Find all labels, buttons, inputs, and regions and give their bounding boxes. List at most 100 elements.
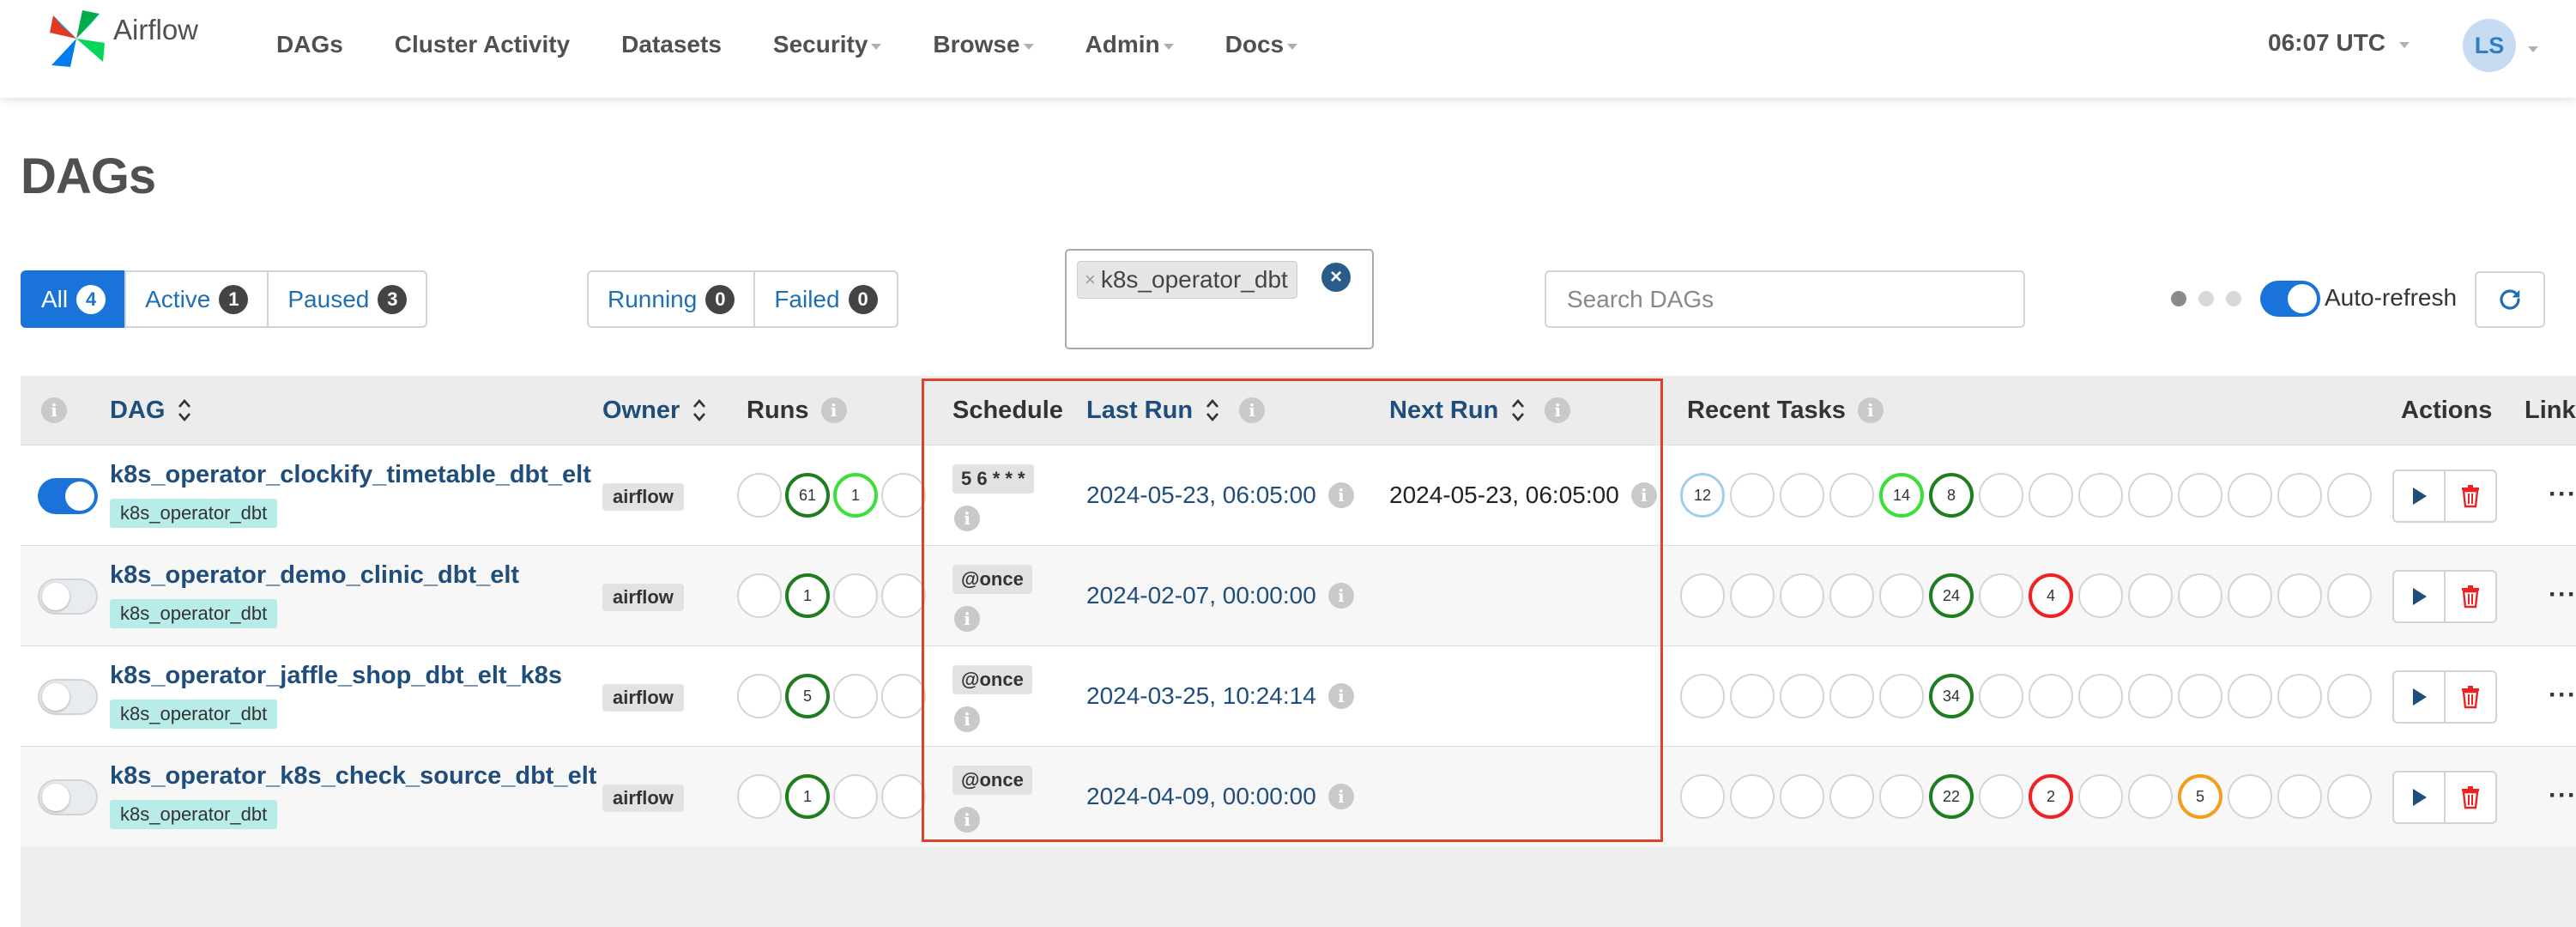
task-state-circle[interactable] (1879, 674, 1924, 718)
dag-pause-toggle[interactable] (38, 478, 98, 514)
last-run-link[interactable]: 2024-02-07, 00:00:00 (1086, 582, 1316, 609)
task-state-circle[interactable] (2029, 674, 2073, 718)
sort-icon[interactable] (1205, 397, 1220, 423)
filter-paused-button[interactable]: Paused 3 (267, 270, 428, 328)
task-state-circle[interactable] (1730, 473, 1775, 518)
task-state-circle[interactable]: 2 (2029, 774, 2073, 819)
task-state-circle[interactable] (2078, 774, 2123, 819)
info-icon[interactable]: i (954, 706, 980, 732)
task-state-circle[interactable] (2178, 573, 2222, 618)
task-state-circle[interactable] (1829, 473, 1874, 518)
dag-tag-badge[interactable]: k8s_operator_dbt (110, 700, 278, 729)
remove-tag-icon[interactable]: × (1085, 269, 1096, 291)
run-state-circle[interactable]: 1 (785, 573, 830, 618)
owner-badge[interactable]: airflow (602, 584, 684, 611)
trigger-dag-button[interactable] (2392, 771, 2446, 824)
nav-item-security[interactable]: Security (773, 31, 882, 58)
task-state-circle[interactable]: 5 (2178, 774, 2222, 819)
nav-item-dags[interactable]: DAGs (276, 31, 343, 58)
dag-tag-badge[interactable]: k8s_operator_dbt (110, 499, 278, 528)
task-state-circle[interactable] (1979, 674, 2023, 718)
task-state-circle[interactable] (1829, 573, 1874, 618)
task-state-circle[interactable] (1879, 774, 1924, 819)
run-state-circle[interactable] (881, 674, 926, 718)
task-state-circle[interactable] (1979, 473, 2023, 518)
task-state-circle[interactable] (1829, 674, 1874, 718)
sort-icon[interactable] (1510, 397, 1526, 423)
task-state-circle[interactable] (1680, 674, 1725, 718)
info-icon[interactable]: i (954, 506, 980, 531)
task-state-circle[interactable] (1829, 774, 1874, 819)
sort-icon[interactable] (177, 397, 192, 423)
dag-name-link[interactable]: k8s_operator_clockify_timetable_dbt_elt (110, 461, 591, 489)
task-state-circle[interactable] (2128, 573, 2173, 618)
task-state-circle[interactable] (2078, 473, 2123, 518)
run-state-circle[interactable] (881, 473, 926, 518)
delete-dag-button[interactable] (2444, 771, 2497, 824)
info-icon[interactable]: i (1630, 482, 1657, 508)
task-state-circle[interactable] (2327, 774, 2372, 819)
nav-item-datasets[interactable]: Datasets (621, 31, 722, 58)
run-state-circle[interactable] (881, 573, 926, 618)
task-state-circle[interactable]: 24 (1929, 573, 1974, 618)
task-state-circle[interactable] (2228, 573, 2272, 618)
user-avatar[interactable]: LS (2463, 19, 2516, 72)
delete-dag-button[interactable] (2444, 470, 2497, 523)
task-state-circle[interactable] (2128, 674, 2173, 718)
filter-active-button[interactable]: Active 1 (124, 270, 269, 328)
nav-item-browse[interactable]: Browse (933, 31, 1034, 58)
header-dag[interactable]: DAG (110, 376, 192, 445)
task-state-circle[interactable] (2178, 674, 2222, 718)
header-next-run[interactable]: Next Run i (1389, 376, 1571, 445)
last-run-link[interactable]: 2024-05-23, 06:05:00 (1086, 482, 1316, 509)
task-state-circle[interactable] (1979, 573, 2023, 618)
dag-pause-toggle[interactable] (38, 779, 98, 815)
info-icon[interactable]: i (41, 397, 67, 423)
chevron-down-icon[interactable] (2528, 46, 2538, 52)
dag-name-link[interactable]: k8s_operator_jaffle_shop_dbt_elt_k8s (110, 662, 562, 690)
trigger-dag-button[interactable] (2392, 670, 2446, 724)
task-state-circle[interactable] (1879, 573, 1924, 618)
task-state-circle[interactable] (2327, 473, 2372, 518)
owner-badge[interactable]: airflow (602, 483, 684, 511)
run-state-circle[interactable] (833, 774, 878, 819)
run-state-circle[interactable] (737, 473, 782, 518)
task-state-circle[interactable] (2228, 674, 2272, 718)
run-state-circle[interactable]: 1 (785, 774, 830, 819)
run-state-circle[interactable]: 61 (785, 473, 830, 518)
task-state-circle[interactable] (2277, 473, 2322, 518)
task-state-circle[interactable] (2277, 573, 2322, 618)
trigger-dag-button[interactable] (2392, 570, 2446, 623)
run-state-circle[interactable] (833, 674, 878, 718)
info-icon[interactable]: i (1857, 397, 1884, 423)
task-state-circle[interactable] (2029, 473, 2073, 518)
selected-tag-chip[interactable]: × k8s_operator_dbt (1077, 261, 1297, 299)
info-icon[interactable]: i (820, 397, 847, 423)
task-state-circle[interactable] (1730, 573, 1775, 618)
task-state-circle[interactable] (1979, 774, 2023, 819)
task-state-circle[interactable] (2078, 573, 2123, 618)
info-icon[interactable]: i (1327, 683, 1354, 709)
owner-badge[interactable]: airflow (602, 684, 684, 712)
dag-pause-toggle[interactable] (38, 579, 98, 615)
task-state-circle[interactable] (2327, 674, 2372, 718)
task-state-circle[interactable]: 8 (1929, 473, 1974, 518)
task-state-circle[interactable] (1780, 674, 1824, 718)
task-state-circle[interactable] (1730, 674, 1775, 718)
run-state-circle[interactable]: 1 (833, 473, 878, 518)
trigger-dag-button[interactable] (2392, 470, 2446, 523)
nav-item-cluster-activity[interactable]: Cluster Activity (395, 31, 570, 58)
owner-badge[interactable]: airflow (602, 785, 684, 812)
delete-dag-button[interactable] (2444, 670, 2497, 724)
task-state-circle[interactable]: 22 (1929, 774, 1974, 819)
task-state-circle[interactable] (1780, 473, 1824, 518)
task-state-circle[interactable] (2128, 473, 2173, 518)
info-icon[interactable]: i (1327, 482, 1354, 508)
info-icon[interactable]: i (954, 606, 980, 632)
task-state-circle[interactable]: 12 (1680, 473, 1725, 518)
dag-tag-badge[interactable]: k8s_operator_dbt (110, 599, 278, 628)
tag-filter-select[interactable]: × k8s_operator_dbt × (1065, 249, 1374, 349)
run-state-circle[interactable] (833, 573, 878, 618)
nav-item-admin[interactable]: Admin (1085, 31, 1174, 58)
sort-icon[interactable] (692, 397, 707, 423)
